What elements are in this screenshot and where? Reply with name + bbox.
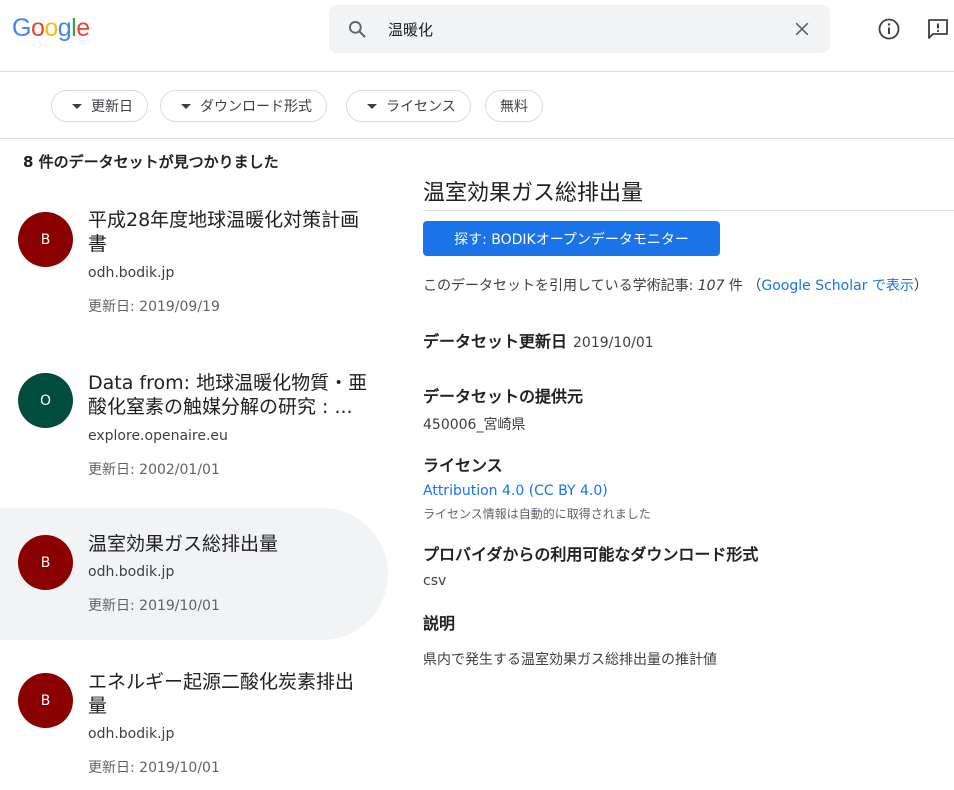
logo-letter: o xyxy=(30,14,45,42)
search-box[interactable]: 温暖化 xyxy=(329,5,830,53)
result-title[interactable]: Data from: 地球温暖化物質・亜酸化窒素の触媒分解の研究 : ... xyxy=(88,371,368,419)
divider xyxy=(423,210,954,211)
license-label: ライセンス xyxy=(423,456,503,475)
formats-label: プロバイダからの利用可能なダウンロード形式 xyxy=(423,545,759,564)
caret-down-icon xyxy=(181,103,191,109)
logo-letter: g xyxy=(57,14,72,42)
result-item[interactable]: B エネルギー起源二酸化炭素排出量 odh.bodik.jp 更新日: 2019… xyxy=(0,642,388,790)
result-updated: 更新日: 2019/09/19 xyxy=(88,299,220,315)
avatar: B xyxy=(18,535,73,590)
formats-value: csv xyxy=(423,573,447,589)
updated-label: データセット更新日 xyxy=(423,332,568,351)
updated-value: 2019/10/01 xyxy=(573,335,654,351)
result-domain: odh.bodik.jp xyxy=(88,564,175,580)
logo-letter: o xyxy=(44,14,58,42)
info-icon[interactable] xyxy=(877,17,901,41)
result-updated: 更新日: 2002/01/01 xyxy=(88,462,220,478)
filter-license-chip[interactable]: ライセンス xyxy=(346,90,471,122)
avatar: B xyxy=(18,673,73,728)
chip-label: ライセンス xyxy=(386,99,456,115)
explore-button[interactable]: 探す: BODIKオープンデータモニター xyxy=(423,221,720,256)
dataset-title: 温室効果ガス総排出量 xyxy=(423,181,644,206)
license-link[interactable]: Attribution 4.0 (CC BY 4.0) xyxy=(423,483,608,499)
filter-download-format-chip[interactable]: ダウンロード形式 xyxy=(160,90,327,122)
description-value: 県内で発生する温室効果ガス総排出量の推計値 xyxy=(423,652,717,668)
search-input[interactable]: 温暖化 xyxy=(388,19,433,40)
provider-value: 450006_宮崎県 xyxy=(423,417,526,433)
logo-letter: G xyxy=(12,14,31,42)
result-title[interactable]: 温室効果ガス総排出量 xyxy=(88,532,368,556)
result-updated: 更新日: 2019/10/01 xyxy=(88,760,220,776)
citation-suffix: ） xyxy=(913,278,928,294)
description-label: 説明 xyxy=(423,614,456,633)
results-count: 8 件のデータセットが見つかりました xyxy=(23,153,279,171)
result-domain: odh.bodik.jp xyxy=(88,726,175,742)
chip-label: 更新日 xyxy=(91,99,133,115)
chip-label: 無料 xyxy=(500,99,528,115)
updated-section: データセット更新日 2019/10/01 xyxy=(423,328,654,352)
close-icon[interactable] xyxy=(792,19,812,39)
caret-down-icon xyxy=(367,103,377,109)
avatar: B xyxy=(18,212,73,267)
search-icon[interactable] xyxy=(347,19,367,39)
avatar: O xyxy=(18,373,73,428)
caret-down-icon xyxy=(72,103,82,109)
filter-updated-chip[interactable]: 更新日 xyxy=(51,90,148,122)
filter-bar: 更新日 ダウンロード形式 ライセンス 無料 xyxy=(0,73,954,139)
result-item[interactable]: B 平成28年度地球温暖化対策計画書 odh.bodik.jp 更新日: 201… xyxy=(0,190,388,350)
citation-unit: 件 （ xyxy=(724,278,762,294)
feedback-icon[interactable] xyxy=(926,17,950,41)
chip-label: ダウンロード形式 xyxy=(200,99,312,115)
google-scholar-link[interactable]: Google Scholar で表示 xyxy=(761,278,914,294)
filter-free-chip[interactable]: 無料 xyxy=(485,90,543,122)
result-title[interactable]: 平成28年度地球温暖化対策計画書 xyxy=(88,208,368,256)
result-item-selected[interactable]: B 温室効果ガス総排出量 odh.bodik.jp 更新日: 2019/10/0… xyxy=(0,508,388,640)
result-updated: 更新日: 2019/10/01 xyxy=(88,598,220,614)
citation-prefix: このデータセットを引用している学術記事: xyxy=(423,278,698,294)
result-item[interactable]: O Data from: 地球温暖化物質・亜酸化窒素の触媒分解の研究 : ...… xyxy=(0,352,388,507)
google-logo[interactable]: Google xyxy=(12,14,90,43)
app-header: Google 温暖化 xyxy=(0,0,954,72)
license-note: ライセンス情報は自動的に取得されました xyxy=(423,507,651,521)
result-title[interactable]: エネルギー起源二酸化炭素排出量 xyxy=(88,670,368,718)
provider-label: データセットの提供元 xyxy=(423,387,584,406)
result-domain: odh.bodik.jp xyxy=(88,265,175,281)
logo-letter: e xyxy=(76,14,90,42)
result-domain: explore.openaire.eu xyxy=(88,428,228,444)
citation-count: 107 xyxy=(697,278,725,294)
citation-line: このデータセットを引用している学術記事: 107 件 （Google Schol… xyxy=(423,275,928,295)
